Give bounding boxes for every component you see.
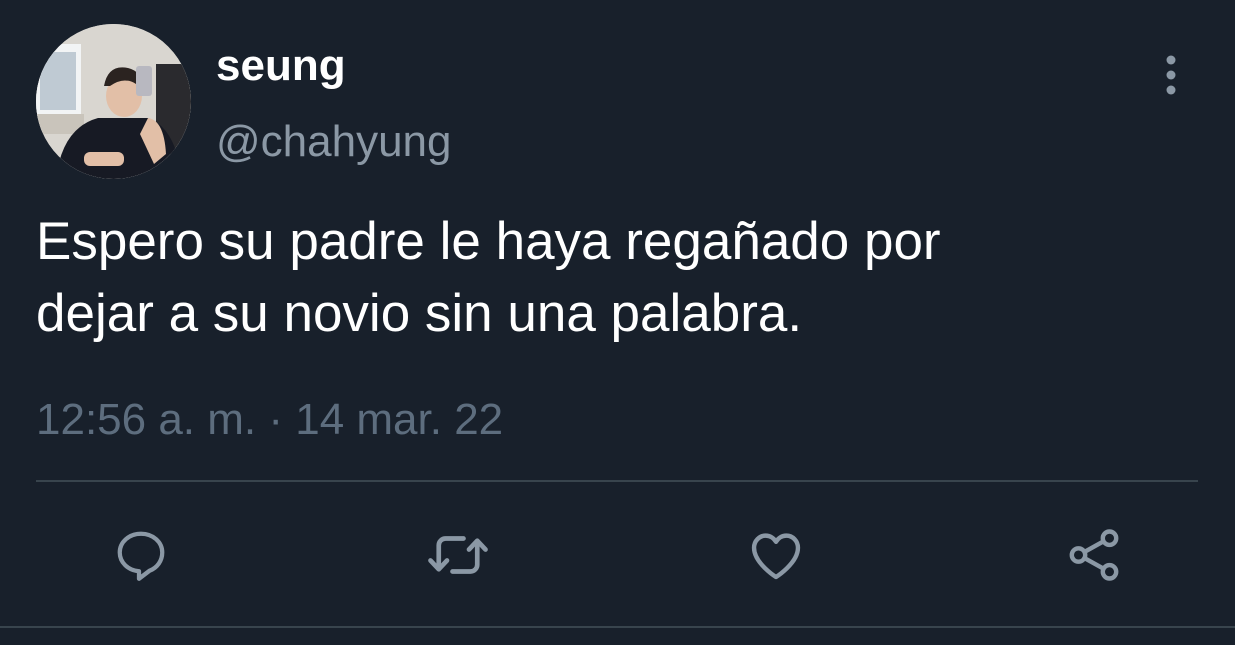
tweet-text-line: dejar a su novio sin una palabra.	[36, 284, 803, 343]
tweet-card: seung @chahyung Espero su padre le haya …	[0, 0, 1235, 645]
more-options-button[interactable]	[1150, 50, 1192, 100]
share-icon	[1069, 529, 1119, 581]
avatar-photo	[36, 24, 191, 179]
share-button[interactable]	[1059, 520, 1129, 590]
author-handle[interactable]: @chahyung	[216, 114, 452, 170]
heart-icon	[751, 533, 801, 580]
tweet-text: Espero su padre le haya regañado por dej…	[36, 206, 1206, 350]
tweet-timestamp[interactable]: 12:56 a. m. · 14 mar. 22	[36, 392, 503, 448]
tweet-text-line: Espero su padre le haya regañado por	[36, 212, 941, 271]
divider	[0, 626, 1235, 628]
like-button[interactable]	[741, 520, 811, 590]
reply-icon	[117, 531, 165, 581]
divider	[36, 480, 1198, 482]
author-display-name[interactable]: seung	[216, 40, 346, 92]
retweet-button[interactable]	[423, 520, 493, 590]
more-vertical-icon	[1166, 55, 1176, 95]
retweet-icon	[428, 536, 488, 574]
avatar[interactable]	[36, 24, 191, 179]
reply-button[interactable]	[106, 520, 176, 590]
